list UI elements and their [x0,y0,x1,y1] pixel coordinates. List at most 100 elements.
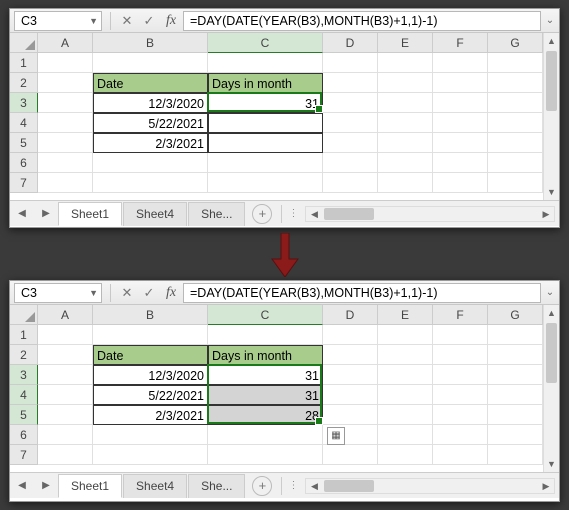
tab-options-icon[interactable]: ⋮ [285,208,301,219]
cell-d3[interactable] [323,365,378,385]
cell-b3[interactable]: 12/3/2020 [93,93,208,113]
col-header-g[interactable]: G [488,305,543,325]
cell-g5[interactable] [488,405,543,425]
cell-a3[interactable] [38,365,93,385]
col-header-d[interactable]: D [323,305,378,325]
cell-b7[interactable] [93,445,208,465]
cell-b5[interactable]: 2/3/2021 [93,405,208,425]
name-box[interactable]: C3 ▼ [14,11,102,31]
cell-g5[interactable] [488,133,543,153]
add-sheet-button[interactable]: + [252,204,272,224]
cell-d1[interactable] [323,325,378,345]
cell-c7[interactable] [208,173,323,193]
cell-f4[interactable] [433,113,488,133]
expand-formula-icon[interactable]: ⌄ [545,287,559,298]
col-header-a[interactable]: A [38,33,93,53]
cell-c6[interactable] [208,425,323,445]
tab-nav-next-icon[interactable]: ▶ [34,208,58,219]
autofill-options-button[interactable]: ▦ [327,427,345,445]
cell-b7[interactable] [93,173,208,193]
hscroll-thumb[interactable] [324,480,374,492]
cell-e1[interactable] [378,325,433,345]
cell-c2[interactable]: Days in month [208,73,323,93]
cancel-formula-icon[interactable]: ✕ [117,284,137,302]
vertical-scrollbar[interactable]: ▲ ▼ [543,305,559,472]
horizontal-scrollbar[interactable]: ◀ ▶ [305,478,555,494]
tab-options-icon[interactable]: ⋮ [285,480,301,491]
row-header-1[interactable]: 1 [10,325,38,345]
cell-d7[interactable] [323,173,378,193]
cell-d6[interactable] [323,153,378,173]
cell-e2[interactable] [378,345,433,365]
tab-nav-prev-icon[interactable]: ◀ [10,208,34,219]
cell-b1[interactable] [93,325,208,345]
col-header-b[interactable]: B [93,305,208,325]
scroll-up-icon[interactable]: ▲ [544,305,559,321]
cell-e6[interactable] [378,153,433,173]
name-box[interactable]: C3 ▼ [14,283,102,303]
row-header-6[interactable]: 6 [10,153,38,173]
cell-d5[interactable] [323,133,378,153]
cell-c1[interactable] [208,53,323,73]
col-header-a[interactable]: A [38,305,93,325]
cancel-formula-icon[interactable]: ✕ [117,12,137,30]
sheet-tab-2[interactable]: She... [188,202,245,226]
cell-a4[interactable] [38,385,93,405]
cell-g3[interactable] [488,365,543,385]
cell-e2[interactable] [378,73,433,93]
col-header-f[interactable]: F [433,33,488,53]
cell-e1[interactable] [378,53,433,73]
cell-a7[interactable] [38,445,93,465]
row-header-7[interactable]: 7 [10,173,38,193]
cell-f5[interactable] [433,405,488,425]
cell-b1[interactable] [93,53,208,73]
cell-c6[interactable] [208,153,323,173]
col-header-c[interactable]: C [208,305,323,325]
cell-d5[interactable] [323,405,378,425]
tab-nav-next-icon[interactable]: ▶ [34,480,58,491]
cell-b2[interactable]: Date [93,73,208,93]
cell-a2[interactable] [38,73,93,93]
row-header-3[interactable]: 3 [10,93,38,113]
row-header-1[interactable]: 1 [10,53,38,73]
cell-e5[interactable] [378,133,433,153]
cell-f1[interactable] [433,53,488,73]
cell-g1[interactable] [488,325,543,345]
formula-input[interactable]: =DAY(DATE(YEAR(B3),MONTH(B3)+1,1)-1) [183,11,541,31]
cell-a4[interactable] [38,113,93,133]
cell-g3[interactable] [488,93,543,113]
cell-f3[interactable] [433,365,488,385]
cell-f1[interactable] [433,325,488,345]
cell-d7[interactable] [323,445,378,465]
cell-e4[interactable] [378,385,433,405]
cell-e3[interactable] [378,93,433,113]
cell-f2[interactable] [433,345,488,365]
cell-c3[interactable]: 31 [208,93,323,113]
cell-a2[interactable] [38,345,93,365]
cell-a1[interactable] [38,53,93,73]
cell-g7[interactable] [488,173,543,193]
cell-a7[interactable] [38,173,93,193]
row-header-4[interactable]: 4 [10,113,38,133]
sheet-tab-2[interactable]: She... [188,474,245,498]
select-all-corner[interactable] [10,33,38,53]
accept-formula-icon[interactable]: ✓ [139,12,159,30]
cell-g6[interactable] [488,153,543,173]
add-sheet-button[interactable]: + [252,476,272,496]
scroll-left-icon[interactable]: ◀ [306,479,322,493]
cell-e5[interactable] [378,405,433,425]
cell-f7[interactable] [433,173,488,193]
cell-e6[interactable] [378,425,433,445]
cell-e4[interactable] [378,113,433,133]
horizontal-scrollbar[interactable]: ◀ ▶ [305,206,555,222]
cell-d2[interactable] [323,73,378,93]
row-header-2[interactable]: 2 [10,345,38,365]
cell-f6[interactable] [433,153,488,173]
col-header-b[interactable]: B [93,33,208,53]
row-header-5[interactable]: 5 [10,133,38,153]
accept-formula-icon[interactable]: ✓ [139,284,159,302]
cell-b5[interactable]: 2/3/2021 [93,133,208,153]
cell-a5[interactable] [38,133,93,153]
col-header-f[interactable]: F [433,305,488,325]
cell-e3[interactable] [378,365,433,385]
